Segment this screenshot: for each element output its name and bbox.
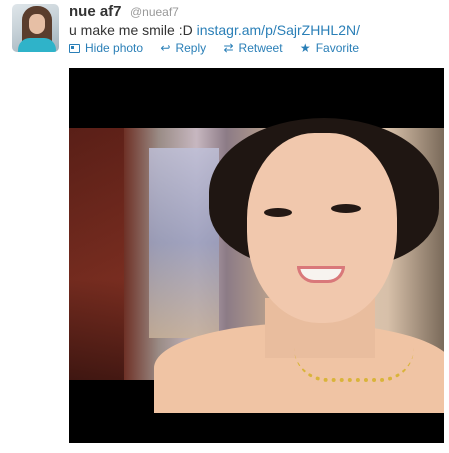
- avatar-shirt: [18, 38, 56, 52]
- user-name[interactable]: nue af7: [69, 3, 122, 20]
- retweet-icon: ⇄: [223, 41, 234, 55]
- tweet-link[interactable]: instagr.am/p/SajrZHHL2N/: [197, 22, 360, 38]
- photo-eye-left: [264, 208, 292, 217]
- hide-photo-button[interactable]: Hide photo: [69, 40, 143, 56]
- tweet-photo: [69, 118, 444, 413]
- favorite-label: Favorite: [315, 41, 360, 55]
- tweet-actions: Hide photo ↩ Reply ⇄ Retweet ★ Favorite: [69, 40, 373, 56]
- reply-label: Reply: [175, 41, 207, 55]
- hide-photo-label: Hide photo: [85, 41, 144, 55]
- photo-icon: [69, 44, 80, 53]
- photo-eye-right: [331, 204, 361, 213]
- tweet-header: nue af7 @nueaf7: [69, 3, 179, 21]
- photo-face: [247, 133, 397, 323]
- retweet-button[interactable]: ⇄ Retweet: [223, 40, 282, 56]
- reply-arrow-icon: ↩: [160, 41, 171, 55]
- photo-necklace: [294, 348, 414, 382]
- tweet-text: u make me smile :D instagr.am/p/SajrZHHL…: [69, 21, 360, 39]
- tweet-body: u make me smile :D: [69, 22, 197, 38]
- photo-frame: [149, 148, 219, 338]
- tweet-media[interactable]: [69, 68, 444, 443]
- avatar-face: [29, 14, 45, 34]
- star-icon: ★: [299, 41, 311, 55]
- photo-curtain: [69, 128, 124, 380]
- user-handle[interactable]: @nueaf7: [130, 5, 179, 19]
- avatar[interactable]: [12, 4, 59, 52]
- favorite-button[interactable]: ★ Favorite: [300, 40, 359, 56]
- reply-button[interactable]: ↩ Reply: [160, 40, 206, 56]
- retweet-label: Retweet: [238, 41, 283, 55]
